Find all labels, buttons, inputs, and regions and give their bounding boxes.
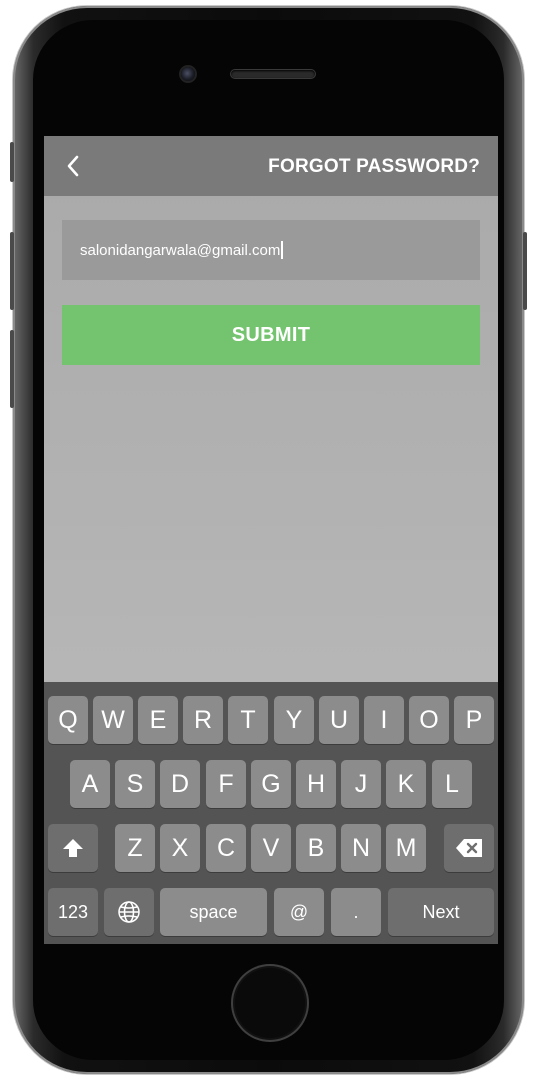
at-key[interactable]: @: [274, 888, 324, 936]
key-r[interactable]: R: [183, 696, 223, 744]
onscreen-keyboard: Q W E R T Y U I O P A S D F G H J K L Z …: [44, 682, 498, 944]
home-button[interactable]: [231, 964, 309, 1042]
key-v[interactable]: V: [251, 824, 291, 872]
key-h[interactable]: H: [296, 760, 336, 808]
key-q[interactable]: Q: [48, 696, 88, 744]
dot-key[interactable]: .: [331, 888, 381, 936]
key-e[interactable]: E: [138, 696, 178, 744]
email-value: salonidangarwala@gmail.com: [80, 241, 281, 259]
backspace-icon: [456, 839, 482, 857]
text-caret: [281, 241, 284, 259]
navigation-bar: FORGOT PASSWORD?: [44, 136, 498, 196]
earpiece-speaker: [231, 70, 315, 78]
globe-key[interactable]: [104, 888, 154, 936]
key-k[interactable]: K: [386, 760, 426, 808]
numbers-key[interactable]: 123: [48, 888, 98, 936]
key-u[interactable]: U: [319, 696, 359, 744]
backspace-key[interactable]: [444, 824, 494, 872]
volume-up-button: [10, 232, 14, 310]
key-l[interactable]: L: [432, 760, 472, 808]
power-button: [523, 232, 527, 310]
chevron-left-icon[interactable]: [62, 154, 86, 178]
key-f[interactable]: F: [206, 760, 246, 808]
key-x[interactable]: X: [160, 824, 200, 872]
front-camera: [181, 67, 195, 81]
key-p[interactable]: P: [454, 696, 494, 744]
key-m[interactable]: M: [386, 824, 426, 872]
submit-button[interactable]: SUBMIT: [62, 305, 480, 365]
globe-icon: [118, 901, 140, 923]
key-z[interactable]: Z: [115, 824, 155, 872]
key-y[interactable]: Y: [274, 696, 314, 744]
key-t[interactable]: T: [228, 696, 268, 744]
key-o[interactable]: O: [409, 696, 449, 744]
key-a[interactable]: A: [70, 760, 110, 808]
app-screen: FORGOT PASSWORD? salonidangarwala@gmail.…: [44, 136, 498, 944]
key-g[interactable]: G: [251, 760, 291, 808]
key-j[interactable]: J: [341, 760, 381, 808]
key-d[interactable]: D: [160, 760, 200, 808]
key-c[interactable]: C: [206, 824, 246, 872]
shift-arrow-icon: [63, 839, 83, 857]
key-s[interactable]: S: [115, 760, 155, 808]
next-key[interactable]: Next: [388, 888, 494, 936]
email-field[interactable]: salonidangarwala@gmail.com: [62, 220, 480, 280]
key-b[interactable]: B: [296, 824, 336, 872]
volume-down-button: [10, 330, 14, 408]
space-key[interactable]: space: [160, 888, 267, 936]
page-title: FORGOT PASSWORD?: [268, 156, 480, 177]
key-w[interactable]: W: [93, 696, 133, 744]
shift-key[interactable]: [48, 824, 98, 872]
mute-switch: [10, 142, 14, 182]
key-i[interactable]: I: [364, 696, 404, 744]
key-n[interactable]: N: [341, 824, 381, 872]
